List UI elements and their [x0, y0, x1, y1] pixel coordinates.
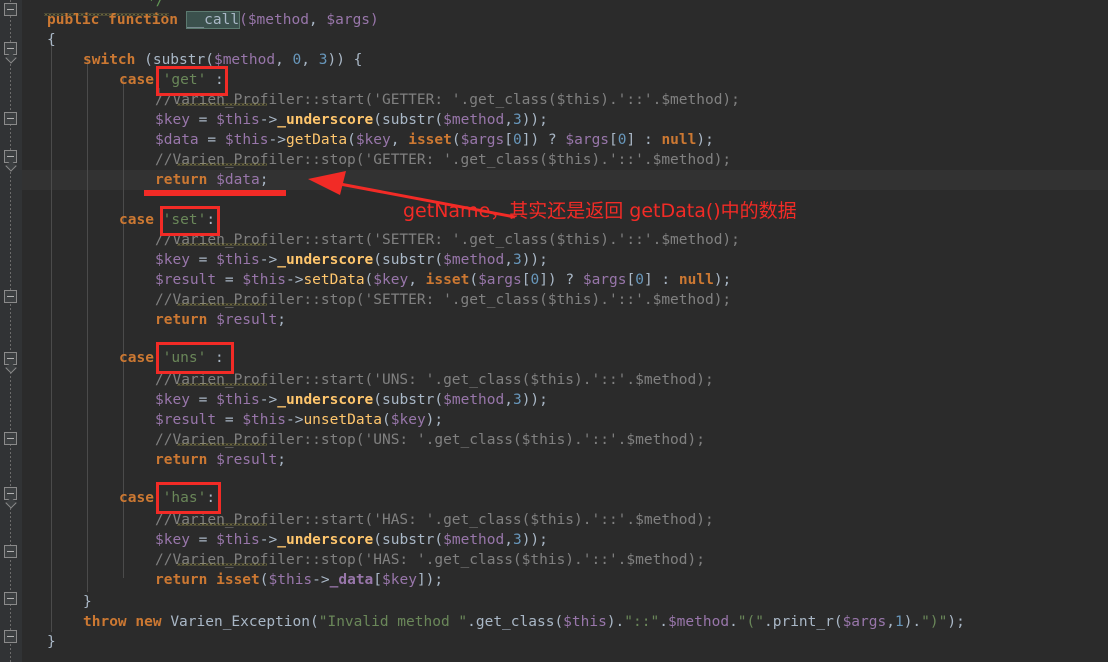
underline-return-data	[144, 190, 286, 196]
spellcheck-squiggle	[177, 103, 267, 106]
fold-marker-icon[interactable]	[4, 42, 17, 55]
editor-gutter[interactable]	[0, 0, 22, 662]
code-line-comment[interactable]: //Varien_Profiler::stop('GETTER: '.get_c…	[155, 150, 731, 170]
editor-text-area[interactable]: */ public function __call($method, $args…	[22, 0, 1108, 662]
code-line[interactable]: {	[47, 30, 56, 50]
spellcheck-squiggle	[177, 303, 267, 306]
code-line-comment[interactable]: //Varien_Profiler::stop('UNS: '.get_clas…	[155, 430, 705, 450]
code-line[interactable]: $result = $this->unsetData($key);	[155, 410, 443, 430]
fold-marker-icon[interactable]	[4, 3, 17, 16]
code-line[interactable]: return $data;	[155, 170, 269, 190]
code-line[interactable]: return $result;	[155, 450, 286, 470]
code-line-comment[interactable]: //Varien_Profiler::start('GETTER: '.get_…	[155, 90, 740, 110]
code-line[interactable]: $key = $this->_underscore(substr($method…	[155, 530, 548, 550]
fold-marker-icon[interactable]	[4, 592, 17, 605]
code-line[interactable]: case 'set':	[119, 210, 215, 230]
fold-marker-icon[interactable]	[4, 150, 17, 163]
code-line[interactable]: throw new Varien_Exception("Invalid meth…	[83, 612, 965, 632]
code-line[interactable]: $data = $this->getData($key, isset($args…	[155, 130, 714, 150]
code-editor-screenshot: */ public function __call($method, $args…	[0, 0, 1108, 662]
code-line-comment[interactable]: //Varien_Profiler::stop('HAS: '.get_clas…	[155, 550, 705, 570]
code-line-comment[interactable]: //Varien_Profiler::stop('SETTER: '.get_c…	[155, 290, 731, 310]
spellcheck-squiggle	[177, 243, 267, 246]
code-line-comment[interactable]: //Varien_Profiler::start('SETTER: '.get_…	[155, 230, 740, 250]
fold-marker-icon[interactable]	[4, 432, 17, 445]
fold-marker-icon[interactable]	[4, 352, 17, 365]
code-line[interactable]: case 'has':	[119, 488, 215, 508]
code-line[interactable]: $key = $this->_underscore(substr($method…	[155, 250, 548, 270]
code-line[interactable]: }	[83, 592, 92, 612]
code-line[interactable]: return $result;	[155, 310, 286, 330]
spellcheck-squiggle	[177, 523, 267, 526]
indent-guide	[51, 38, 52, 632]
code-line[interactable]: return isset($this->_data[$key]);	[155, 570, 443, 590]
fold-marker-icon[interactable]	[4, 112, 17, 125]
code-line[interactable]: public function __call($method, $args)	[47, 10, 379, 30]
fold-marker-icon[interactable]	[4, 290, 17, 303]
fold-marker-icon[interactable]	[4, 487, 17, 500]
spellcheck-squiggle	[177, 563, 267, 566]
code-line-comment[interactable]: //Varien_Profiler::start('HAS: '.get_cla…	[155, 510, 714, 530]
spellcheck-squiggle	[177, 383, 267, 386]
code-line[interactable]: case 'uns' :	[119, 348, 224, 368]
spellcheck-squiggle	[177, 163, 267, 166]
fold-marker-icon[interactable]	[4, 630, 17, 643]
indent-guide	[87, 58, 88, 592]
code-line[interactable]: $result = $this->setData($key, isset($ar…	[155, 270, 731, 290]
annotation-note: getName，其实还是返回 getData()中的数据	[403, 200, 797, 222]
code-line[interactable]: $key = $this->_underscore(substr($method…	[155, 390, 548, 410]
fold-guide-line	[10, 0, 11, 662]
fold-marker-icon[interactable]	[4, 545, 17, 558]
spellcheck-squiggle	[177, 443, 267, 446]
code-line[interactable]: switch (substr($method, 0, 3)) {	[83, 50, 362, 70]
code-line-comment[interactable]: //Varien_Profiler::start('UNS: '.get_cla…	[155, 370, 714, 390]
code-line[interactable]: $key = $this->_underscore(substr($method…	[155, 110, 548, 130]
code-line[interactable]: case 'get' :	[119, 70, 224, 90]
code-line[interactable]: }	[47, 632, 56, 652]
